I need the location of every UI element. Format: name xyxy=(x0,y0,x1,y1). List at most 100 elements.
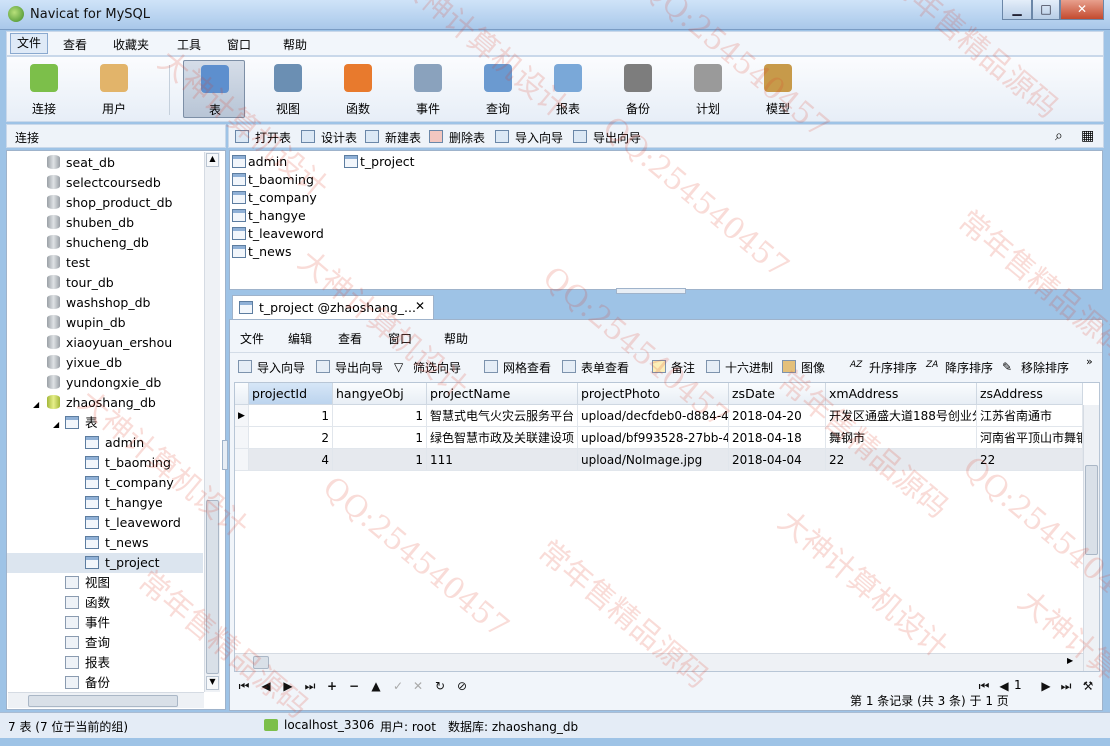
design-table-button[interactable]: 设计表 xyxy=(301,129,357,146)
toolbar-model-button[interactable]: 模型 xyxy=(747,60,809,118)
tree-table-t_project[interactable]: t_project xyxy=(7,553,203,573)
menu-favorites[interactable]: 收藏夹 xyxy=(107,36,155,53)
refresh-icon[interactable]: ↻ xyxy=(432,678,448,694)
object-item-admin[interactable]: admin xyxy=(232,153,287,171)
vertical-splitter-handle[interactable] xyxy=(222,440,228,470)
tree-db-shop_product_db[interactable]: shop_product_db xyxy=(47,193,172,213)
column-header-zsDate[interactable]: zsDate xyxy=(729,383,826,405)
grid-cell-zsAddress[interactable]: 22 xyxy=(977,449,1083,471)
close-button[interactable]: ✕ xyxy=(1060,0,1104,20)
toolbar-calendar-button[interactable]: 计划 xyxy=(677,60,739,118)
grid-cell-zsDate[interactable]: 2018-04-04 xyxy=(729,449,826,471)
grid-cell-zsAddress[interactable]: 江苏省南通市 xyxy=(977,405,1083,427)
stop-icon[interactable]: ⊘ xyxy=(454,678,470,694)
editor-menu-help[interactable]: 帮助 xyxy=(444,330,468,347)
toolbar-report-button[interactable]: 报表 xyxy=(537,60,599,118)
tree-db-zhaoshang_db[interactable]: ◢ zhaoshang_db xyxy=(33,393,156,413)
menu-tools[interactable]: 工具 xyxy=(171,36,207,53)
grid-vertical-scrollbar[interactable] xyxy=(1083,405,1099,671)
last-page-icon[interactable]: ⏭ xyxy=(1058,678,1074,694)
scroll-right-arrow-icon[interactable]: ▶ xyxy=(1067,656,1073,665)
row-indicator[interactable] xyxy=(235,427,249,449)
import-wizard-button[interactable]: 导入向导 xyxy=(495,129,563,146)
grid-view-icon[interactable]: ▦ xyxy=(1081,128,1094,144)
column-header-projectName[interactable]: projectName xyxy=(427,383,578,405)
grid-cell-xmAddress[interactable]: 开发区通盛大道188号创业分 xyxy=(826,405,977,427)
image-button[interactable]: 图像 xyxy=(782,359,825,376)
tree-db-shuben_db[interactable]: shuben_db xyxy=(47,213,134,233)
tree-scroll-thumb[interactable] xyxy=(206,500,219,674)
grid-horizontal-scrollbar[interactable]: ▶ xyxy=(235,653,1083,671)
scroll-up-arrow-icon[interactable]: ▲ xyxy=(206,153,219,167)
next-page-icon[interactable]: ▶ xyxy=(1038,678,1054,694)
column-header-xmAddress[interactable]: xmAddress xyxy=(826,383,977,405)
next-record-icon[interactable]: ▶ xyxy=(280,678,296,694)
grid-vscroll-thumb[interactable] xyxy=(1085,465,1098,555)
editor-menu-edit[interactable]: 编辑 xyxy=(288,330,312,347)
menu-help[interactable]: 帮助 xyxy=(277,36,313,53)
column-header-hangyeObj[interactable]: hangyeObj xyxy=(333,383,427,405)
hex-button[interactable]: 十六进制 xyxy=(706,359,773,376)
grid-cell-projectName[interactable]: 智慧式电气火灾云服务平台 xyxy=(427,405,578,427)
object-item-t_project[interactable]: t_project xyxy=(344,153,415,171)
tree-table-t_news[interactable]: t_news xyxy=(7,533,203,553)
grid-view-button[interactable]: 网格查看 xyxy=(484,359,551,376)
discard-icon[interactable]: ✕ xyxy=(410,678,426,694)
first-record-icon[interactable]: ⏮ xyxy=(236,678,252,694)
toolbar-function-button[interactable]: 函数 xyxy=(327,60,389,118)
tree-db-wupin_db[interactable]: wupin_db xyxy=(47,313,126,333)
memo-button[interactable]: 备注 xyxy=(652,359,695,376)
delete-table-button[interactable]: 删除表 xyxy=(429,129,485,146)
tree-hscroll-thumb[interactable] xyxy=(28,695,178,707)
grid-cell-zsAddress[interactable]: 河南省平顶山市舞钢 xyxy=(977,427,1083,449)
tree-db-tour_db[interactable]: tour_db xyxy=(47,273,114,293)
grid-cell-xmAddress[interactable]: 22 xyxy=(826,449,977,471)
export-wizard-button[interactable]: 导出向导 xyxy=(316,359,383,376)
import-wizard-button[interactable]: 导入向导 xyxy=(238,359,305,376)
tree-node-report[interactable]: 报表 xyxy=(65,653,110,673)
splitter-handle[interactable] xyxy=(616,288,686,294)
grid-hscroll-thumb[interactable] xyxy=(253,656,269,669)
object-item-t_news[interactable]: t_news xyxy=(232,243,292,261)
editor-menu-file[interactable]: 文件 xyxy=(240,330,264,347)
prev-record-icon[interactable]: ◀ xyxy=(258,678,274,694)
open-table-button[interactable]: 打开表 xyxy=(235,129,291,146)
sort-ascending-button[interactable]: AZ 升序排序 xyxy=(850,359,917,376)
grid-cell-zsDate[interactable]: 2018-04-18 xyxy=(729,427,826,449)
grid-cell-hangyeObj[interactable]: 1 xyxy=(333,427,427,449)
grid-cell-zsDate[interactable]: 2018-04-20 xyxy=(729,405,826,427)
menu-file[interactable]: 文件 xyxy=(10,33,49,54)
editor-menu-window[interactable]: 窗口 xyxy=(388,330,412,347)
tree-node-function[interactable]: 函数 xyxy=(65,593,110,613)
tree-vertical-scrollbar[interactable]: ▲ ▼ xyxy=(204,152,220,692)
apply-changes-icon[interactable]: ▲ xyxy=(368,678,384,694)
menu-view[interactable]: 查看 xyxy=(57,36,93,53)
grid-cell-projectId[interactable]: 1 xyxy=(249,405,333,427)
delete-record-icon[interactable]: − xyxy=(346,678,362,694)
tree-table-t_hangye[interactable]: t_hangye xyxy=(7,493,203,513)
object-item-t_leaveword[interactable]: t_leaveword xyxy=(232,225,324,243)
object-item-t_baoming[interactable]: t_baoming xyxy=(232,171,314,189)
grid-cell-projectName[interactable]: 绿色智慧市政及关联建设项 xyxy=(427,427,578,449)
scroll-down-arrow-icon[interactable]: ▼ xyxy=(206,676,219,690)
grid-cell-projectPhoto[interactable]: upload/bf993528-27bb-4 xyxy=(578,427,729,449)
form-view-button[interactable]: 表单查看 xyxy=(562,359,629,376)
grid-cell-xmAddress[interactable]: 舞钢市 xyxy=(826,427,977,449)
tree-db-selectcoursedb[interactable]: selectcoursedb xyxy=(47,173,161,193)
toolbar-plug-button[interactable]: 连接 xyxy=(13,60,75,118)
maximize-button[interactable]: □ xyxy=(1032,0,1060,20)
tab-t-project[interactable]: t_project @zhaoshang_... ✕ xyxy=(232,295,434,319)
tree-db-xiaoyuan_ershou[interactable]: xiaoyuan_ershou xyxy=(47,333,172,353)
new-table-button[interactable]: 新建表 xyxy=(365,129,421,146)
last-record-icon[interactable]: ⏭ xyxy=(302,678,318,694)
toolbar-user-button[interactable]: 用户 xyxy=(83,60,145,118)
filter-wizard-button[interactable]: ▽ 筛选向导 xyxy=(394,359,461,376)
add-record-icon[interactable]: + xyxy=(324,678,340,694)
column-header-projectPhoto[interactable]: projectPhoto xyxy=(578,383,729,405)
object-item-t_company[interactable]: t_company xyxy=(232,189,317,207)
export-wizard-button[interactable]: 导出向导 xyxy=(573,129,641,146)
column-header-zsAddress[interactable]: zsAddress xyxy=(977,383,1083,405)
tree-table-admin[interactable]: admin xyxy=(7,433,203,453)
grid-cell-hangyeObj[interactable]: 1 xyxy=(333,449,427,471)
expand-arrow-icon[interactable]: ◢ xyxy=(53,415,65,435)
